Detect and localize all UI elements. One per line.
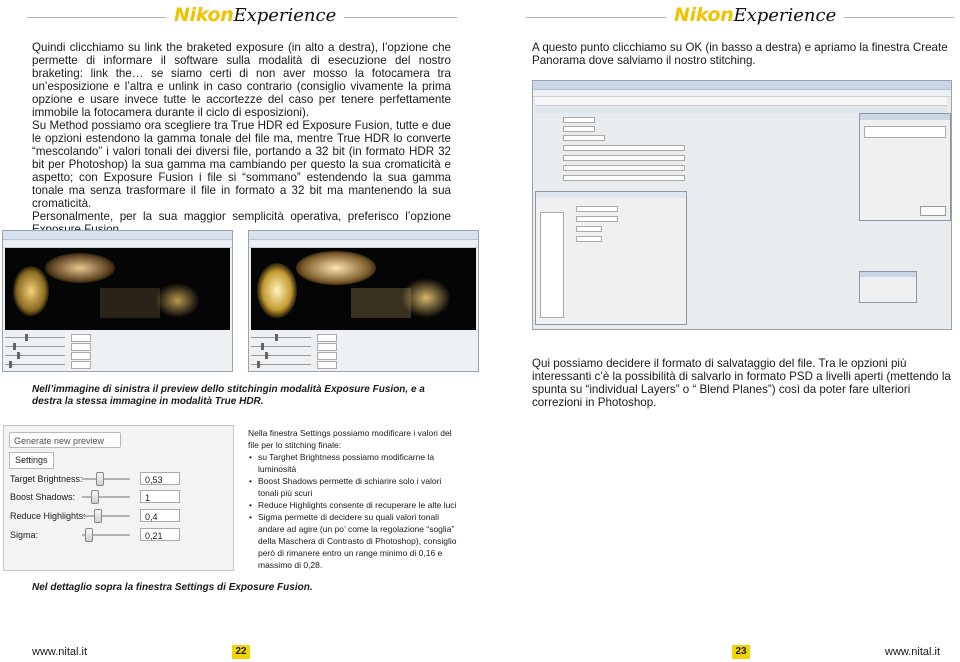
note-boost-shadows: Boost Shadows permette di schiarire solo…: [249, 475, 463, 499]
sigma-input[interactable]: 0,21: [140, 528, 180, 541]
caption-settings: Nel dettaglio sopra la finestra Settings…: [32, 582, 313, 593]
page-number-left: 22: [232, 645, 250, 659]
settings-panel: Generate new preview Settings Target Bri…: [3, 425, 234, 571]
create-panorama-dialog: [535, 191, 687, 325]
right-intro-text: A questo punto clicchiamo su OK (in bass…: [532, 41, 948, 67]
exposure-fusion-image: [5, 248, 230, 330]
format-dialog: [859, 113, 951, 221]
sigma-slider[interactable]: [85, 528, 93, 542]
paragraph-method: Su Method possiamo ora scegliere tra Tru…: [32, 119, 451, 210]
footer-url-right[interactable]: www.nital.it: [885, 646, 940, 658]
nikon-experience-logo-right: NikonExperience: [666, 4, 845, 30]
boost-shadows-label: Boost Shadows:: [10, 492, 76, 502]
note-reduce-highlights: Reduce Highlights consente di recuperare…: [249, 499, 463, 511]
target-brightness-input[interactable]: 0,53: [140, 472, 180, 485]
nikon-experience-logo-left: NikonExperience: [166, 4, 345, 30]
left-body-text: Quindi clicchiamo su link the braketed e…: [32, 41, 451, 236]
right-format-text: Qui possiamo decidere il formato di salv…: [532, 357, 951, 409]
generate-preview-button[interactable]: Generate new preview: [9, 432, 121, 448]
note-target-brightness: su Targhet Brightness possiamo modificar…: [249, 451, 463, 475]
settings-tab[interactable]: Settings: [9, 452, 54, 469]
reduce-highlights-row: Reduce Highlights: 0,4: [10, 509, 230, 523]
boost-shadows-row: Boost Shadows: 1: [10, 490, 230, 504]
boost-shadows-slider[interactable]: [91, 490, 99, 504]
footer-url-left[interactable]: www.nital.it: [32, 646, 87, 658]
reduce-highlights-slider[interactable]: [94, 509, 102, 523]
boost-shadows-input[interactable]: 1: [140, 490, 180, 503]
reduce-highlights-input[interactable]: 0,4: [140, 509, 180, 522]
tiff-options-dialog: [859, 271, 917, 303]
sigma-label: Sigma:: [10, 530, 39, 540]
settings-notes-intro: Nella finestra Settings possiamo modific…: [248, 428, 452, 450]
true-hdr-image: [251, 248, 476, 330]
preview-true-hdr-screenshot: [248, 230, 479, 372]
settings-notes-list: su Targhet Brightness possiamo modificar…: [248, 451, 463, 571]
note-sigma: Sigma permette di decidere su quali valo…: [249, 511, 463, 571]
sigma-row: Sigma: 0,21: [10, 528, 230, 542]
target-brightness-row: Target Brightness: 0,53: [10, 472, 230, 486]
create-panorama-screenshot: [532, 80, 952, 330]
preview-exposure-fusion-screenshot: [2, 230, 233, 372]
settings-notes: Nella finestra Settings possiamo modific…: [248, 427, 463, 571]
paragraph-link-bracketed: Quindi clicchiamo su link the braketed e…: [32, 41, 451, 119]
target-brightness-label: Target Brightness:: [10, 474, 83, 484]
caption-previews: Nell’immagine di sinistra il preview del…: [32, 384, 425, 407]
reduce-highlights-label: Reduce Highlights:: [10, 511, 86, 521]
page-number-right: 23: [732, 645, 750, 659]
target-brightness-slider[interactable]: [96, 472, 104, 486]
